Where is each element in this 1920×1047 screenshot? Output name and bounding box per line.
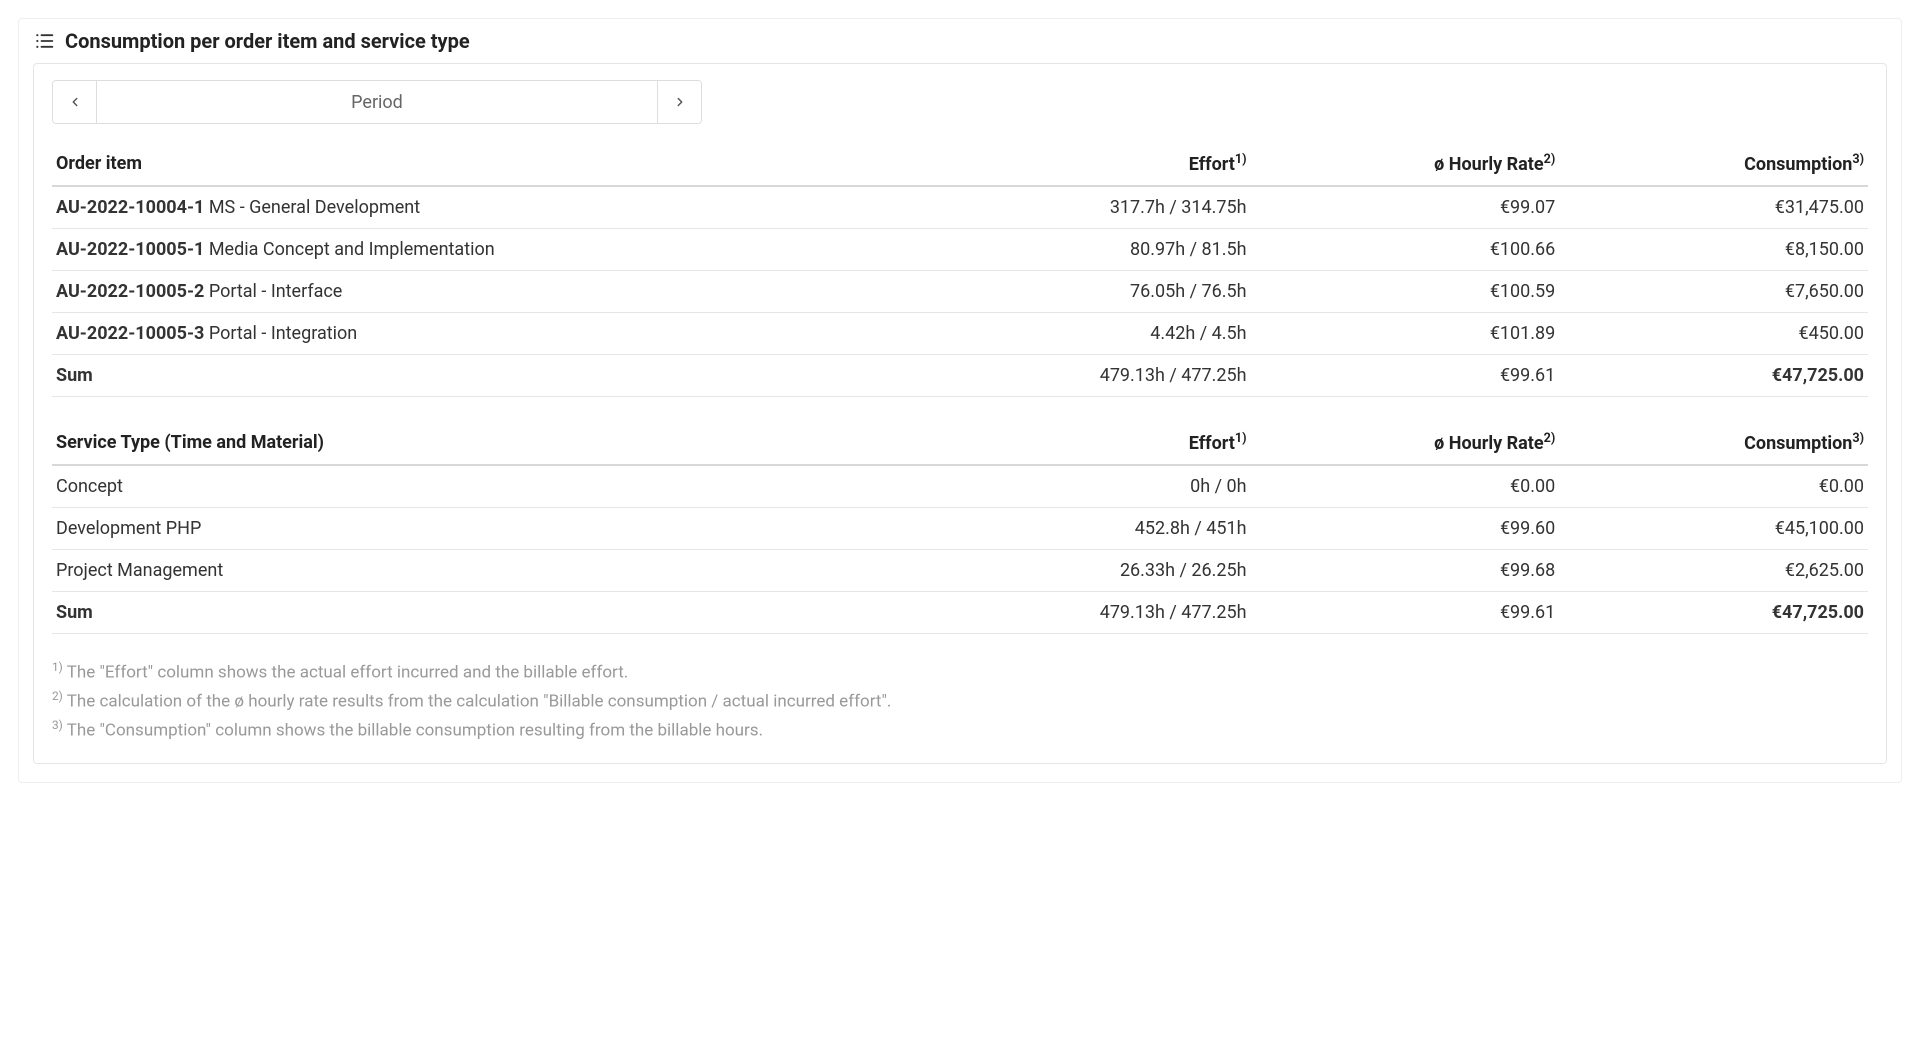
table-row: Development PHP452.8h / 451h€99.60€45,10…: [52, 508, 1868, 550]
cell-item: AU-2022-10005-2 Portal - Interface: [52, 271, 924, 313]
cell-item: AU-2022-10005-3 Portal - Integration: [52, 313, 924, 355]
cell-item: AU-2022-10005-1 Media Concept and Implem…: [52, 229, 924, 271]
table-row: AU-2022-10005-2 Portal - Interface76.05h…: [52, 271, 1868, 313]
table-row: AU-2022-10005-3 Portal - Integration4.42…: [52, 313, 1868, 355]
cell-sum-label: Sum: [52, 355, 924, 397]
cell-consumption: €8,150.00: [1559, 229, 1868, 271]
cell-effort: 317.7h / 314.75h: [924, 186, 1251, 229]
order-code: AU-2022-10005-1: [56, 239, 204, 260]
cell-rate: €0.00: [1251, 465, 1560, 508]
cell-consumption: €45,100.00: [1559, 508, 1868, 550]
th-rate: ø Hourly Rate2): [1251, 421, 1560, 465]
cell-consumption: €0.00: [1559, 465, 1868, 508]
list-icon: [33, 31, 55, 51]
th-effort: Effort1): [924, 421, 1251, 465]
th-effort: Effort1): [924, 142, 1251, 186]
cell-item: Development PHP: [52, 508, 924, 550]
order-desc: MS - General Development: [204, 197, 420, 218]
order-code: AU-2022-10005-3: [56, 323, 204, 344]
cell-effort: 4.42h / 4.5h: [924, 313, 1251, 355]
widget-title: Consumption per order item and service t…: [65, 29, 470, 53]
widget-panel: Period Order item Effort1) ø Hourly Rate…: [33, 63, 1887, 764]
footnote-1: 1) The "Effort" column shows the actual …: [52, 658, 1868, 687]
table-row: Concept0h / 0h€0.00€0.00: [52, 465, 1868, 508]
order-item-table: Order item Effort1) ø Hourly Rate2) Cons…: [52, 142, 1868, 397]
period-label[interactable]: Period: [97, 81, 657, 123]
period-prev-button[interactable]: [53, 81, 97, 123]
cell-consumption: €47,725.00: [1559, 355, 1868, 397]
cell-effort: 479.13h / 477.25h: [924, 592, 1251, 634]
table-row: AU-2022-10005-1 Media Concept and Implem…: [52, 229, 1868, 271]
cell-item: AU-2022-10004-1 MS - General Development: [52, 186, 924, 229]
service-type-table: Service Type (Time and Material) Effort1…: [52, 421, 1868, 634]
period-picker: Period: [52, 80, 702, 124]
th-service-type: Service Type (Time and Material): [52, 421, 924, 465]
cell-effort: 26.33h / 26.25h: [924, 550, 1251, 592]
cell-item: Concept: [52, 465, 924, 508]
cell-rate: €99.61: [1251, 355, 1560, 397]
th-rate: ø Hourly Rate2): [1251, 142, 1560, 186]
cell-item: Project Management: [52, 550, 924, 592]
cell-rate: €100.59: [1251, 271, 1560, 313]
th-consumption: Consumption3): [1559, 421, 1868, 465]
order-desc: Portal - Interface: [204, 281, 342, 302]
cell-consumption: €7,650.00: [1559, 271, 1868, 313]
widget-header: Consumption per order item and service t…: [19, 19, 1901, 63]
order-code: AU-2022-10005-2: [56, 281, 204, 302]
cell-rate: €101.89: [1251, 313, 1560, 355]
cell-consumption: €31,475.00: [1559, 186, 1868, 229]
cell-consumption: €2,625.00: [1559, 550, 1868, 592]
sum-row: Sum479.13h / 477.25h€99.61€47,725.00: [52, 355, 1868, 397]
cell-rate: €99.61: [1251, 592, 1560, 634]
cell-sum-label: Sum: [52, 592, 924, 634]
order-desc: Media Concept and Implementation: [204, 239, 494, 260]
sum-row: Sum479.13h / 477.25h€99.61€47,725.00: [52, 592, 1868, 634]
cell-rate: €99.07: [1251, 186, 1560, 229]
cell-rate: €99.68: [1251, 550, 1560, 592]
th-order-item: Order item: [52, 142, 924, 186]
chevron-right-icon: [673, 95, 687, 109]
period-next-button[interactable]: [657, 81, 701, 123]
cell-effort: 0h / 0h: [924, 465, 1251, 508]
order-code: AU-2022-10004-1: [56, 197, 204, 218]
cell-effort: 80.97h / 81.5h: [924, 229, 1251, 271]
table-row: AU-2022-10004-1 MS - General Development…: [52, 186, 1868, 229]
table-row: Project Management26.33h / 26.25h€99.68€…: [52, 550, 1868, 592]
cell-effort: 479.13h / 477.25h: [924, 355, 1251, 397]
footnote-3: 3) The "Consumption" column shows the bi…: [52, 716, 1868, 745]
cell-effort: 76.05h / 76.5h: [924, 271, 1251, 313]
th-consumption: Consumption3): [1559, 142, 1868, 186]
cell-consumption: €47,725.00: [1559, 592, 1868, 634]
cell-rate: €100.66: [1251, 229, 1560, 271]
footnote-2: 2) The calculation of the ø hourly rate …: [52, 687, 1868, 716]
cell-consumption: €450.00: [1559, 313, 1868, 355]
chevron-left-icon: [68, 95, 82, 109]
order-desc: Portal - Integration: [204, 323, 357, 344]
cell-effort: 452.8h / 451h: [924, 508, 1251, 550]
consumption-widget: Consumption per order item and service t…: [18, 18, 1902, 783]
cell-rate: €99.60: [1251, 508, 1560, 550]
footnotes: 1) The "Effort" column shows the actual …: [52, 658, 1868, 745]
